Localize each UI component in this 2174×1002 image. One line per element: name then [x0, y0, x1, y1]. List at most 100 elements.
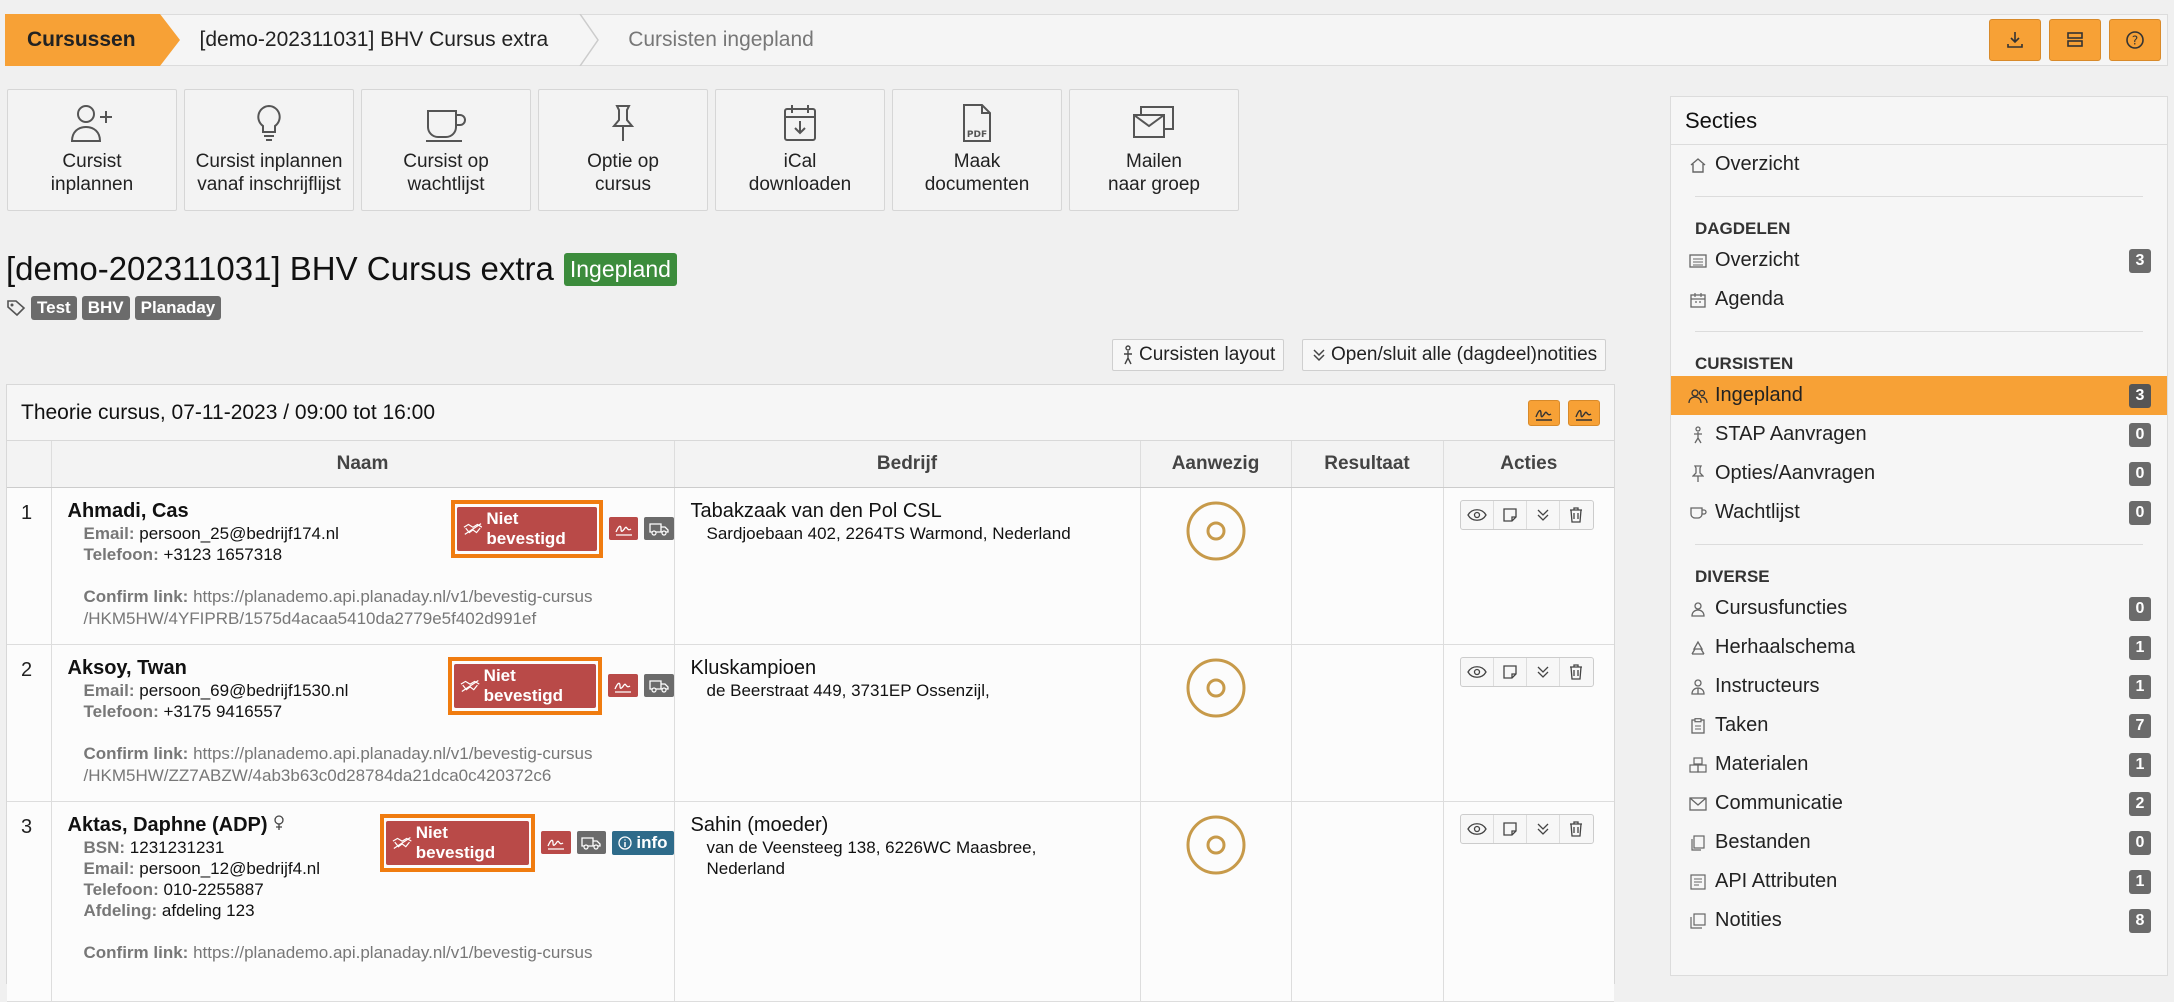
phone-label: Telefoon: [83, 879, 159, 899]
delete-button[interactable] [1560, 815, 1593, 843]
sidebar-item-opties[interactable]: Opties/Aanvragen 0 [1671, 454, 2167, 493]
sidebar-label: Overzicht [1715, 153, 1800, 175]
col-name[interactable]: Naam [51, 441, 675, 488]
confirm-link[interactable]: https://planademo.api.planaday.nl/v1/bev… [193, 744, 592, 763]
sidebar-label: Instructeurs [1715, 675, 1820, 697]
confirm-link-path[interactable]: /HKM5HW/4YFIPRB/1575d4acaa5410da2779e5f4… [84, 608, 664, 630]
transport-button[interactable] [644, 517, 674, 540]
attendance-toggle-icon[interactable] [1185, 657, 1247, 719]
help-button[interactable]: ? [2109, 19, 2161, 61]
sidebar-item-communicatie[interactable]: Communicatie 2 [1671, 784, 2167, 823]
not-confirmed-badge[interactable]: Niet bevestigd [385, 820, 529, 865]
sidebar-item-ingepland[interactable]: Ingepland 3 [1671, 376, 2167, 415]
transport-button[interactable] [576, 831, 607, 854]
attendance-toggle-icon[interactable] [1185, 500, 1247, 562]
sidebar-item-instructeurs[interactable]: Instructeurs 1 [1671, 667, 2167, 706]
sidebar-label: Bestanden [1715, 831, 1811, 853]
button-label: Cursisten layout [1139, 344, 1276, 365]
note-icon [1502, 664, 1517, 679]
tile-wachtlijst[interactable]: Cursist op wachtlijst [361, 89, 531, 211]
note-button[interactable] [1494, 814, 1527, 843]
sidebar-label: Cursusfuncties [1715, 597, 1848, 619]
sidebar-item-materialen[interactable]: Materialen 1 [1671, 745, 2167, 784]
expand-button[interactable] [1527, 657, 1560, 686]
tile-label: Cursist inplannen vanaf inschrijflijst [195, 151, 343, 195]
info-badge[interactable]: info [612, 830, 674, 855]
view-button[interactable] [1461, 500, 1494, 529]
handshake-slash-icon [463, 522, 482, 535]
toggle-notes-button[interactable]: Open/sluit alle (dagdeel)notities [1302, 339, 1607, 371]
download-button[interactable] [1989, 19, 2041, 61]
confirm-label: Confirm link: [83, 743, 189, 763]
tile-label: Cursist inplannen [50, 151, 134, 195]
sign-all-button[interactable] [1528, 399, 1560, 426]
signature-button[interactable] [609, 517, 639, 540]
col-company[interactable]: Bedrijf [674, 441, 1141, 488]
confirm-link[interactable]: https://planademo.api.planaday.nl/v1/bev… [193, 943, 592, 962]
sidebar-item-stap-aanvragen[interactable]: STAP Aanvragen 0 [1671, 415, 2167, 454]
confirm-link-path[interactable]: /HKM5HW/ZZ7ABZW/4ab3b63c0d28784da21dca0c… [84, 765, 664, 787]
tile-ical[interactable]: iCal downloaden [715, 89, 885, 211]
confirm-link[interactable]: https://planademo.api.planaday.nl/v1/bev… [193, 587, 592, 606]
not-confirmed-badge[interactable]: Niet bevestigd [453, 663, 597, 708]
company-address: Sardjoebaan 402, 2264TS Warmond, Nederla… [706, 523, 1071, 543]
delete-button[interactable] [1560, 658, 1593, 686]
tag[interactable]: BHV [81, 296, 130, 320]
sidebar-item-taken[interactable]: Taken 7 [1671, 706, 2167, 745]
row-number: 3 [7, 801, 52, 1002]
company-name[interactable]: Kluskampioen [691, 657, 1140, 680]
eye-icon [1466, 822, 1487, 835]
expand-button[interactable] [1527, 814, 1560, 843]
attendance-toggle-icon[interactable] [1185, 814, 1247, 876]
instructor-icon [1691, 678, 1705, 695]
sidebar-label: Wachtlijst [1715, 501, 1800, 523]
sidebar-item-agenda[interactable]: Agenda [1671, 280, 2167, 319]
note-icon [1502, 507, 1517, 522]
pin-icon [611, 105, 635, 141]
breadcrumb-cursussen[interactable]: Cursussen [5, 13, 180, 66]
sidebar-item-wachtlijst[interactable]: Wachtlijst 0 [1671, 493, 2167, 532]
transport-button[interactable] [643, 674, 674, 697]
api-icon [1690, 873, 1706, 890]
signature-button[interactable] [540, 831, 571, 854]
confirm-label: Confirm link: [83, 942, 189, 962]
cursisten-layout-button[interactable]: Cursisten layout [1112, 339, 1285, 371]
sidebar-item-notities[interactable]: Notities 8 [1671, 901, 2167, 940]
expand-button[interactable] [1527, 500, 1560, 529]
eye-icon [1466, 508, 1487, 521]
sidebar-item-herhaalschema[interactable]: Herhaalschema 1 [1671, 628, 2167, 667]
delete-button[interactable] [1560, 501, 1593, 529]
tile-label: Optie op cursus [587, 151, 659, 195]
tile-inschrijflijst[interactable]: Cursist inplannen vanaf inschrijflijst [184, 89, 354, 211]
pin-icon [1692, 464, 1704, 482]
tag-icon [7, 300, 26, 317]
sidebar-item-cursusfuncties[interactable]: Cursusfuncties 0 [1671, 589, 2167, 628]
participant-name[interactable]: Aktas, Daphne (ADP) [68, 814, 268, 836]
count-badge: 1 [2129, 869, 2151, 894]
company-address: van de Veensteeg 138, 6226WC Maasbree, [706, 837, 1037, 857]
company-name[interactable]: Sahin (moeder) [691, 814, 1140, 837]
sidebar-item-overzicht[interactable]: Overzicht [1671, 145, 2167, 184]
tag[interactable]: Planaday [134, 296, 222, 320]
tile-mailen[interactable]: Mailen naar groep [1069, 89, 1239, 211]
layout-button[interactable] [2049, 19, 2101, 61]
tile-cursist-inplannen[interactable]: Cursist inplannen [7, 89, 177, 211]
signature-button[interactable] [608, 674, 638, 697]
note-button[interactable] [1494, 500, 1527, 529]
tile-documenten[interactable]: PDF Maak documenten [892, 89, 1062, 211]
breadcrumb-course[interactable]: [demo-202311031] BHV Cursus extra [160, 14, 579, 66]
svg-text:?: ? [2132, 34, 2138, 48]
view-button[interactable] [1461, 814, 1494, 843]
tag[interactable]: Test [31, 296, 77, 320]
sidebar-group-heading: DIVERSE [1695, 567, 1770, 586]
sidebar-label: API Attributen [1715, 870, 1838, 892]
note-button[interactable] [1494, 657, 1527, 686]
sidebar-item-dagdelen-overzicht[interactable]: Overzicht 3 [1671, 241, 2167, 280]
company-name[interactable]: Tabakzaak van den Pol CSL [691, 500, 1140, 523]
view-button[interactable] [1461, 657, 1494, 686]
sidebar-item-api-attributen[interactable]: API Attributen 1 [1671, 862, 2167, 901]
not-confirmed-badge[interactable]: Niet bevestigd [456, 506, 598, 551]
sign-remove-button[interactable] [1568, 399, 1600, 426]
tile-optie[interactable]: Optie op cursus [538, 89, 708, 211]
sidebar-item-bestanden[interactable]: Bestanden 0 [1671, 823, 2167, 862]
